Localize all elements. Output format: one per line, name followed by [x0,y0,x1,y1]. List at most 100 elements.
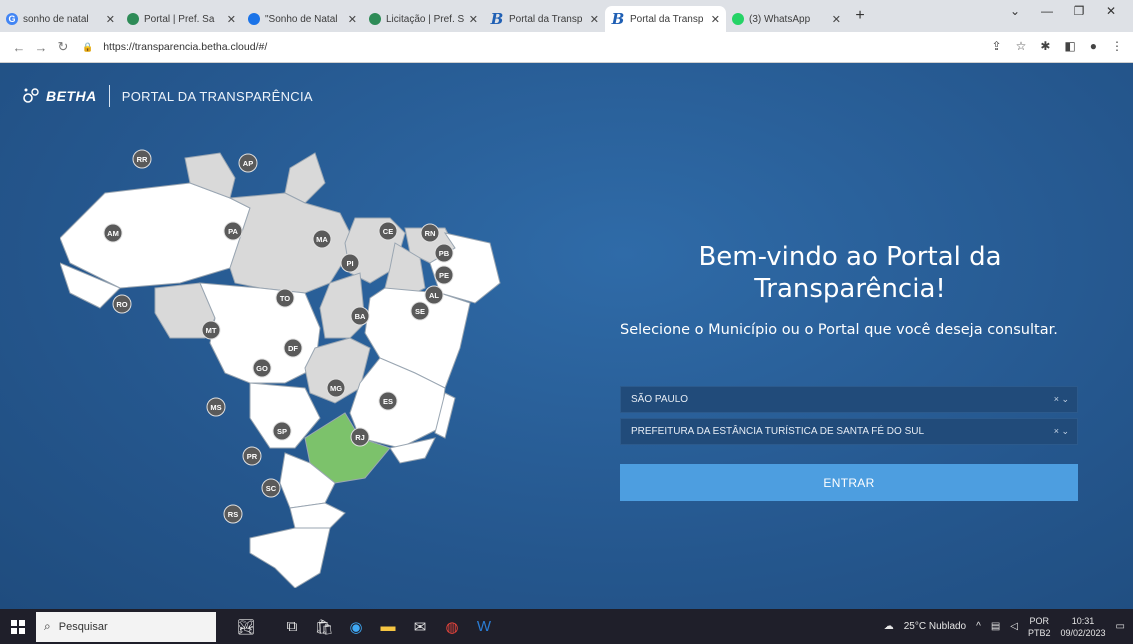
bookmark-star-icon[interactable]: ☆ [1016,39,1027,53]
state-badge-mg[interactable]: MG [326,378,346,398]
state-badge-es[interactable]: ES [378,391,398,411]
browser-tab[interactable]: B Portal da Transp ✕ [484,6,605,32]
store-icon[interactable]: 🛍 [308,609,340,644]
state-badge-mt[interactable]: MT [201,320,221,340]
network-icon[interactable]: ▤ [991,621,1000,632]
state-badge-go[interactable]: GO [252,358,272,378]
state-badge-sc[interactable]: SC [261,478,281,498]
profile-icon[interactable]: ● [1090,39,1097,53]
state-label: MT [206,326,217,335]
state-badge-rs[interactable]: RS [223,504,243,524]
state-am [60,182,251,289]
edge-icon[interactable]: ◉ [340,609,372,644]
state-badge-sp[interactable]: SP [272,421,292,441]
restore-icon[interactable]: ❐ [1063,4,1095,18]
state-badge-ap[interactable]: AP [238,153,258,173]
word-icon[interactable]: W [468,609,500,644]
browser-tab[interactable]: Licitação | Pref. S ✕ [363,6,484,32]
notifications-icon[interactable]: ▭ [1116,621,1125,632]
browser-tab[interactable]: "Sonho de Natal ✕ [242,6,363,32]
browser-tab[interactable]: B Portal da Transp ✕ [605,6,726,32]
url-field[interactable]: https://transparencia.betha.cloud/#/ [103,41,267,53]
tab-close-icon[interactable]: ✕ [832,13,841,26]
state-badge-am[interactable]: AM [103,223,123,243]
state-badge-se[interactable]: SE [410,301,430,321]
volume-icon[interactable]: ◁ [1010,621,1018,632]
state-badge-df[interactable]: DF [283,338,303,358]
state-badge-rn[interactable]: RN [420,223,440,243]
close-icon[interactable]: ✕ [1095,4,1127,18]
browser-tab[interactable]: Gsonho de natal ✕ [0,6,121,32]
brazil-map[interactable]: RRAPAMPAMACERNPBPEALSEPIACROTOBAMTDFGOMG… [60,148,520,588]
lang-top: POR [1029,615,1049,626]
reload-icon[interactable]: ↻ [52,39,74,55]
tab-close-icon[interactable]: ✕ [106,13,115,26]
news-widget-icon[interactable]: 🏞 [216,609,276,644]
windows-start-icon[interactable] [0,609,36,644]
tab-close-icon[interactable]: ✕ [590,13,599,26]
taskbar-search[interactable]: ⌕ Pesquisar [36,611,216,642]
mail-icon[interactable]: ✉ [404,609,436,644]
weather-icon[interactable]: ☁ [884,621,894,632]
state-label: MA [316,235,328,244]
state-badge-ma[interactable]: MA [312,229,332,249]
state-badge-pr[interactable]: PR [242,446,262,466]
municipio-clear-dropdown-icon[interactable]: × ⌄ [1054,394,1069,405]
state-badge-ba[interactable]: BA [350,306,370,326]
tab-close-icon[interactable]: ✕ [711,13,720,26]
address-bar: ← → ↻ 🔒 https://transparencia.betha.clou… [0,32,1133,63]
tab-close-icon[interactable]: ✕ [227,13,236,26]
lock-icon[interactable]: 🔒 [82,42,93,53]
share-icon[interactable]: ⇪ [992,39,1002,53]
tab-close-icon[interactable]: ✕ [348,13,357,26]
state-badge-al[interactable]: AL [424,285,444,305]
menu-icon[interactable]: ⋮ [1111,39,1123,53]
brand-name: BETHA [46,88,97,104]
portal-clear-dropdown-icon[interactable]: × ⌄ [1054,426,1069,437]
state-badge-to[interactable]: TO [275,288,295,308]
state-badge-pi[interactable]: PI [340,253,360,273]
state-label: SC [266,484,277,493]
google-icon: G [6,13,18,25]
back-icon[interactable]: ← [8,40,30,55]
state-label: RR [137,155,148,164]
enter-button[interactable]: ENTRAR [620,464,1078,501]
brand-header[interactable]: BETHA PORTAL DA TRANSPARÊNCIA [22,85,313,107]
state-label: SP [277,427,287,436]
forward-icon[interactable]: → [30,40,52,55]
browser-tab[interactable]: (3) WhatsApp ✕ [726,6,847,32]
state-badge-rr[interactable]: RR [132,149,152,169]
state-badge-rj[interactable]: RJ [350,427,370,447]
state-label: PB [439,249,450,258]
sidepanel-icon[interactable]: ◧ [1064,39,1075,53]
task-view-icon[interactable]: ⧉ [276,609,308,644]
edge-icon [248,13,260,25]
tab-search-icon[interactable]: ⌄ [999,4,1031,18]
state-label: AL [429,291,439,300]
state-badge-pe[interactable]: PE [434,265,454,285]
municipio-select[interactable]: SÃO PAULO × ⌄ [620,386,1078,413]
portal-select[interactable]: PREFEITURA DA ESTÂNCIA TURÍSTICA DE SANT… [620,418,1078,445]
state-badge-ce[interactable]: CE [378,221,398,241]
clock[interactable]: 10:31 09/02/2023 [1061,615,1106,639]
portal-icon [127,13,139,25]
weather-text[interactable]: 25°C Nublado [904,621,966,632]
extensions-icon[interactable]: ✱ [1040,39,1050,53]
minimize-icon[interactable]: — [1031,4,1063,18]
state-label: RN [425,229,436,238]
search-icon: ⌕ [44,619,51,633]
state-badge-pb[interactable]: PB [434,243,454,263]
new-tab-button[interactable]: + [849,7,871,25]
browser-tab[interactable]: Portal | Pref. Sa ✕ [121,6,242,32]
chrome-icon[interactable]: ◍ [436,609,468,644]
state-label: PE [439,271,449,280]
file-explorer-icon[interactable]: ▬ [372,609,404,644]
tab-close-icon[interactable]: ✕ [469,13,478,26]
state-badge-ms[interactable]: MS [206,397,226,417]
betha-icon: B [611,10,625,28]
tray-chevron-icon[interactable]: ^ [976,621,981,632]
language-indicator[interactable]: POR PTB2 [1028,615,1051,639]
state-label: AM [107,229,119,238]
state-badge-ro[interactable]: RO [112,294,132,314]
state-badge-pa[interactable]: PA [223,221,243,241]
